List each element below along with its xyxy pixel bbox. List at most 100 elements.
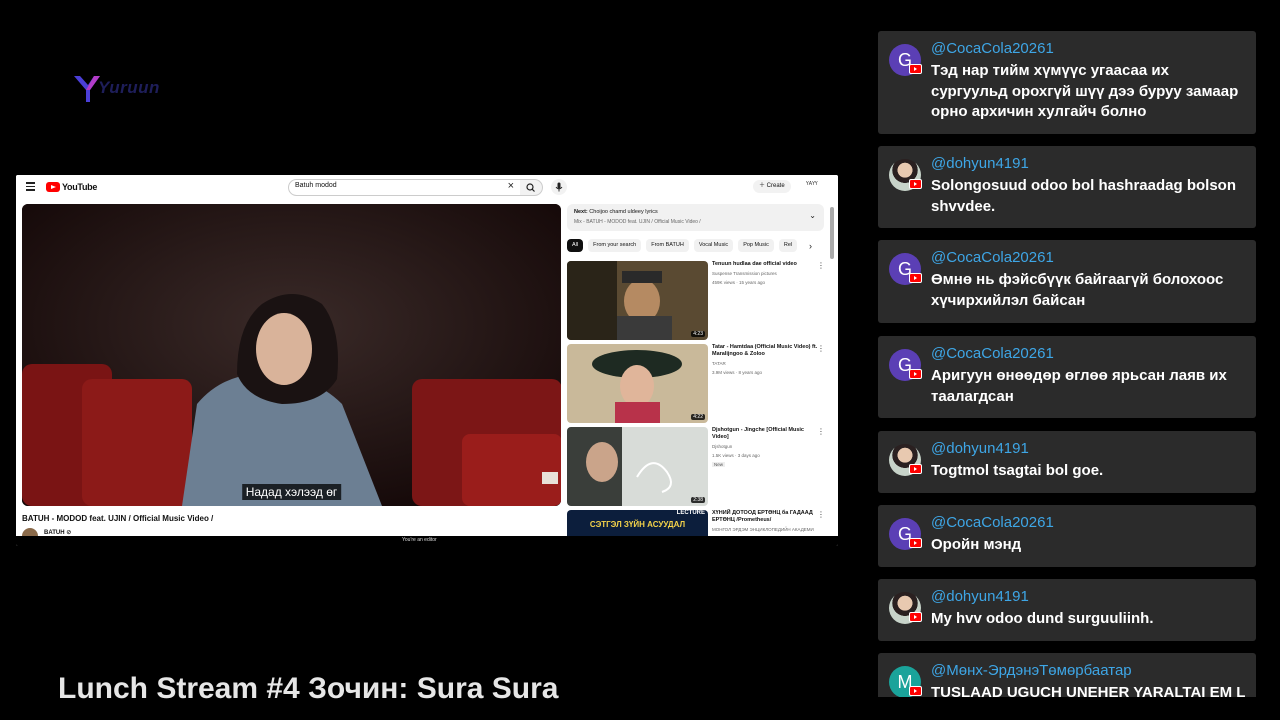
chip-from-search[interactable]: From your search xyxy=(588,239,642,252)
logo-wordmark: Yuruun xyxy=(98,78,160,97)
video-title: BATUH - MODOD feat. UJIN / Official Musi… xyxy=(22,514,214,523)
account-avatar[interactable]: ҮАҮҮ xyxy=(806,181,818,187)
chat-message: M @Мөнх-ЭрдэнэТөмөрбаатар TUSLAAD UGUCH … xyxy=(878,653,1256,697)
video-player[interactable]: Надад хэлээд өг xyxy=(22,204,561,506)
recommendation-item[interactable]: 2:38 Djshotgun - Jingche [Official Music… xyxy=(567,427,827,507)
search-query: Batuh modod xyxy=(295,182,337,189)
chat-message: G @CocaCola20261 Оройн мэнд xyxy=(878,505,1256,567)
more-options-icon[interactable]: ⋮ xyxy=(817,344,825,353)
recommendation-thumbnail[interactable]: 4:22 xyxy=(567,344,708,423)
video-subtitle: Надад хэлээд өг xyxy=(241,484,342,500)
chip-vocal-music[interactable]: Vocal Music xyxy=(693,239,734,252)
up-next-line: Next: Choijoo chamd uldeey lyrics xyxy=(574,209,658,215)
chat-text: Оройн мэнд xyxy=(931,536,1022,553)
recommendation-meta: 3.9M views · 8 years ago xyxy=(712,370,763,375)
thumbnail-image xyxy=(567,261,708,340)
youtube-play-icon xyxy=(46,182,60,192)
youtube-logo-text: YouTube xyxy=(62,182,98,192)
stream-logo: Yuruun xyxy=(72,74,172,104)
live-chat: G @CocaCola20261 Тэд нар тийм хүмүүс уга… xyxy=(878,31,1256,697)
chat-username: @dohyun4191 xyxy=(931,588,1029,605)
up-next-panel[interactable]: Next: Choijoo chamd uldeey lyrics Mix - … xyxy=(567,204,824,231)
stream-title: Lunch Stream #4 Зочин: Sura Sura xyxy=(58,672,559,705)
youtube-badge-icon xyxy=(909,369,922,379)
new-badge: New xyxy=(712,462,726,467)
up-next-mix: Mix - BATUH - MODOD feat. UJIN / Officia… xyxy=(574,219,701,225)
chat-text: TUSLAAD UGUCH UNEHER YARALTAI EM L xyxy=(931,684,1246,697)
youtube-badge-icon xyxy=(909,612,922,622)
youtube-badge-icon xyxy=(909,179,922,189)
chip-pop-music[interactable]: Pop Music xyxy=(738,239,774,252)
channel-name[interactable]: BATUH ⊘ xyxy=(44,529,71,536)
thumbnail-image xyxy=(567,344,708,423)
recommendation-channel[interactable]: МОНГОЛ ЭРДЭМ ЭНЦИКЛОПЕДИЙН АКАДЕМИ xyxy=(712,527,814,532)
chat-username: @Мөнх-ЭрдэнэТөмөрбаатар xyxy=(931,662,1132,679)
thumbnail-tag: LECTURE xyxy=(676,510,705,516)
video-duration: 2:38 xyxy=(691,497,705,503)
video-duration: 4:22 xyxy=(691,414,705,420)
up-next-title: Choijoo chamd uldeey lyrics xyxy=(589,209,658,215)
youtube-badge-icon xyxy=(909,64,922,74)
chat-text: My hvv odoo dund surguuliinh. xyxy=(931,610,1154,627)
chat-message: G @CocaCola20261 Тэд нар тийм хүмүүс уга… xyxy=(878,31,1256,134)
recommendation-title[interactable]: Tatar - Hamtdaa (Official Music Video) f… xyxy=(712,344,820,358)
video-frame xyxy=(22,204,561,506)
chat-username: @CocaCola20261 xyxy=(931,514,1054,531)
chat-username: @CocaCola20261 xyxy=(931,345,1054,362)
search-button[interactable] xyxy=(520,179,543,196)
more-options-icon[interactable]: ⋮ xyxy=(817,261,825,270)
video-duration: 4:23 xyxy=(691,331,705,337)
chat-text: Togtmol tsagtai bol goe. xyxy=(931,462,1104,479)
search-icon xyxy=(526,183,535,192)
more-options-icon[interactable]: ⋮ xyxy=(817,427,825,436)
chat-text: Аригуун өнөөдөр өглөө ярьсан лаяв их таа… xyxy=(931,367,1227,405)
screen-share: YouTube Batuh modod × ＋ Create ҮАҮҮ Нада… xyxy=(16,175,838,546)
recommendation-channel[interactable]: TATAR xyxy=(712,361,726,366)
chat-message: G @CocaCola20261 Өмнө нь фэйсбүүк байгаа… xyxy=(878,240,1256,323)
recommendation-channel[interactable]: Djshotgun xyxy=(712,444,732,449)
chip-all[interactable]: All xyxy=(567,239,584,252)
mic-icon xyxy=(555,182,563,192)
chat-text: Өмнө нь фэйсбүүк байгаагүй болохоос хүчи… xyxy=(931,271,1224,309)
chip-from-batuh[interactable]: From BATUH xyxy=(646,239,689,252)
chat-message: @dohyun4191 Togtmol tsagtai bol goe. xyxy=(878,431,1256,493)
chevron-down-icon[interactable]: ⌄ xyxy=(809,211,816,220)
filter-chips: All From your search From BATUH Vocal Mu… xyxy=(567,239,823,253)
chat-text: Solongosuud odoo bol hashraadag bolson s… xyxy=(931,177,1236,215)
editor-notice-bar: You're an editor xyxy=(16,536,838,546)
chat-message: G @CocaCola20261 Аригуун өнөөдөр өглөө я… xyxy=(878,336,1256,418)
recommendation-thumbnail[interactable]: 4:23 xyxy=(567,261,708,340)
recommendation-title[interactable]: Djshotgun - Jingche [Official Music Vide… xyxy=(712,427,820,441)
recommendation-channel[interactable]: Suspense Transmission pictures xyxy=(712,271,777,276)
chat-message: @dohyun4191 Solongosuud odoo bol hashraa… xyxy=(878,146,1256,228)
create-label: Create xyxy=(766,183,785,189)
chat-username: @dohyun4191 xyxy=(931,440,1029,457)
clear-search-icon[interactable]: × xyxy=(508,180,514,192)
recommendation-title[interactable]: ХҮНИЙ ДОТООД ЕРТӨНЦ ба ГАДААД ЕРТӨНЦ /Pr… xyxy=(712,510,820,524)
recommendation-meta: 1.5K views · 3 days ago xyxy=(712,453,760,458)
chat-username: @CocaCola20261 xyxy=(931,249,1054,266)
voice-search-button[interactable] xyxy=(551,179,567,195)
recommendation-thumbnail[interactable]: 2:38 xyxy=(567,427,708,506)
editor-notice: You're an editor xyxy=(402,537,437,543)
chat-text: Тэд нар тийм хүмүүс угаасаа их сургуульд… xyxy=(931,62,1239,120)
chevron-right-icon[interactable]: › xyxy=(809,241,812,251)
recommendation-title[interactable]: Tenuun hudlaa dae official video xyxy=(712,261,820,268)
youtube-badge-icon xyxy=(909,273,922,283)
youtube-header: YouTube Batuh modod × ＋ Create ҮАҮҮ xyxy=(16,175,838,199)
search-input[interactable]: Batuh modod × xyxy=(288,179,521,196)
recommendation-item[interactable]: 4:22 Tatar - Hamtdaa (Official Music Vid… xyxy=(567,344,827,424)
page-scrollbar[interactable] xyxy=(830,207,834,259)
menu-icon[interactable] xyxy=(26,182,35,191)
youtube-badge-icon xyxy=(909,464,922,474)
up-next-label: Next: xyxy=(574,209,588,215)
recommendation-meta: 459K views · 15 years ago xyxy=(712,280,766,285)
youtube-logo[interactable]: YouTube xyxy=(46,181,97,193)
chat-username: @dohyun4191 xyxy=(931,155,1029,172)
youtube-badge-icon xyxy=(909,686,922,696)
chip-related[interactable]: Rel xyxy=(778,239,798,252)
more-options-icon[interactable]: ⋮ xyxy=(817,510,825,519)
recommendation-item[interactable]: 4:23 Tenuun hudlaa dae official video Su… xyxy=(567,261,827,341)
create-button[interactable]: ＋ Create xyxy=(753,180,791,193)
chat-username: @CocaCola20261 xyxy=(931,40,1054,57)
